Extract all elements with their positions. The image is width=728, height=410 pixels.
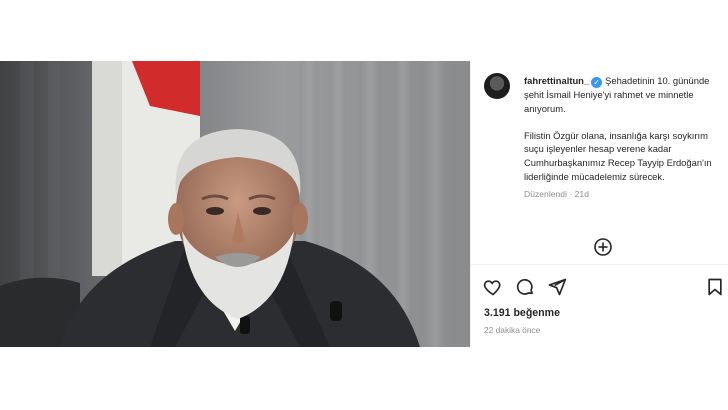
portrait-image — [0, 61, 470, 347]
action-bar: 3.191 beğenme 22 dakika önce — [471, 264, 728, 348]
post-timestamp[interactable]: 22 dakika önce — [484, 325, 540, 335]
bookmark-icon[interactable] — [705, 277, 725, 297]
edited-age[interactable]: 21d — [575, 189, 589, 199]
caption-text-2: Filistin Özgür olana, insanlığa karşı so… — [524, 129, 712, 182]
verified-badge-icon: ✓ — [591, 77, 603, 88]
send-icon[interactable] — [547, 277, 567, 297]
avatar[interactable] — [484, 73, 510, 99]
post-caption: fahrettinaltun_ ✓ Şehadetinin 10. gününde … — [524, 74, 720, 202]
add-circle-icon[interactable] — [594, 238, 612, 256]
post-photo[interactable] — [0, 61, 470, 347]
post-sidebar: fahrettinaltun_ ✓ Şehadetinin 10. gününde … — [470, 61, 728, 347]
username-link[interactable]: fahrettinaltun_ — [524, 75, 589, 86]
comment-icon[interactable] — [515, 277, 535, 297]
likes-count[interactable]: 3.191 beğenme — [484, 307, 560, 319]
instagram-post: fahrettinaltun_ ✓ Şehadetinin 10. gününde … — [0, 61, 728, 347]
caption-meta: Düzenlendi · 21d — [524, 189, 589, 200]
heart-icon[interactable] — [483, 277, 503, 297]
edited-label: Düzenlendi — [524, 189, 567, 200]
